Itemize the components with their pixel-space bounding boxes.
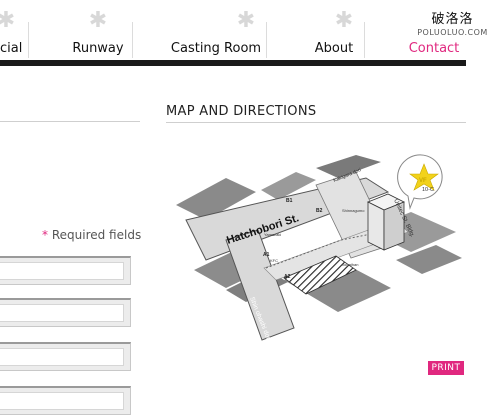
map-label-shinnagumo: Shinnagumo bbox=[342, 208, 365, 213]
nav-divider bbox=[364, 22, 365, 58]
nav-underline-bar bbox=[0, 60, 466, 66]
map-label-jonathan: Jonathan bbox=[342, 262, 358, 267]
nav-item-commercial[interactable]: ✱ cial bbox=[0, 8, 23, 58]
nav-item-label: cial bbox=[0, 41, 23, 56]
nav-item-about[interactable]: ✱ About bbox=[304, 10, 364, 58]
map-label-kfc: KFC bbox=[270, 258, 278, 263]
star-icon: ✱ bbox=[236, 8, 256, 33]
required-asterisk: * bbox=[42, 228, 48, 242]
nav-item-label: Casting Room bbox=[170, 41, 262, 56]
required-fields-note: * Required fields bbox=[42, 228, 141, 242]
watermark: 破洛洛 POLUOLUO.COM bbox=[405, 8, 500, 37]
nav-divider bbox=[28, 22, 29, 58]
map-label-badge-logo: VF bbox=[419, 178, 427, 184]
watermark-url: POLUOLUO.COM bbox=[417, 28, 488, 37]
print-button[interactable]: PRINT bbox=[428, 361, 464, 375]
nav-item-runway[interactable]: ✱ Runway bbox=[60, 10, 136, 58]
nav-item-casting-room[interactable]: ✱ Casting Room bbox=[168, 10, 264, 58]
map-divider bbox=[166, 122, 466, 123]
watermark-cn: 破洛洛 bbox=[431, 12, 474, 27]
form-input-4[interactable] bbox=[0, 386, 131, 415]
form-input-3[interactable] bbox=[0, 342, 131, 371]
nav-item-label: Runway bbox=[72, 41, 124, 56]
map-mark-a1: A1 bbox=[263, 252, 270, 258]
star-icon: ✱ bbox=[88, 8, 108, 33]
nav-item-label: About bbox=[314, 41, 354, 56]
map-label-badge: 10-C bbox=[422, 187, 434, 193]
map-mark-b1: B1 bbox=[286, 198, 293, 204]
map-section-title: MAP AND DIRECTIONS bbox=[166, 104, 317, 119]
form-input-1[interactable] bbox=[0, 256, 131, 285]
star-icon: ✱ bbox=[0, 8, 16, 33]
nav-divider bbox=[266, 22, 267, 58]
required-fields-label: Required fields bbox=[51, 228, 142, 242]
top-navigation: ✱ cial ✱ Runway ✱ Casting Room ✱ About C… bbox=[0, 0, 466, 66]
map-label-yamazaki: Yamazaki bbox=[264, 232, 281, 237]
directions-map: Hatchobori St. Shin ohashi dori Kakigara… bbox=[176, 154, 462, 342]
map-mark-b2: B2 bbox=[316, 208, 323, 214]
nav-divider bbox=[132, 22, 133, 58]
star-icon: ✱ bbox=[334, 8, 354, 33]
map-mark-a2: A2 bbox=[284, 274, 291, 280]
form-divider bbox=[0, 121, 140, 122]
nav-item-label: Contact bbox=[408, 41, 460, 56]
form-input-2[interactable] bbox=[0, 298, 131, 327]
